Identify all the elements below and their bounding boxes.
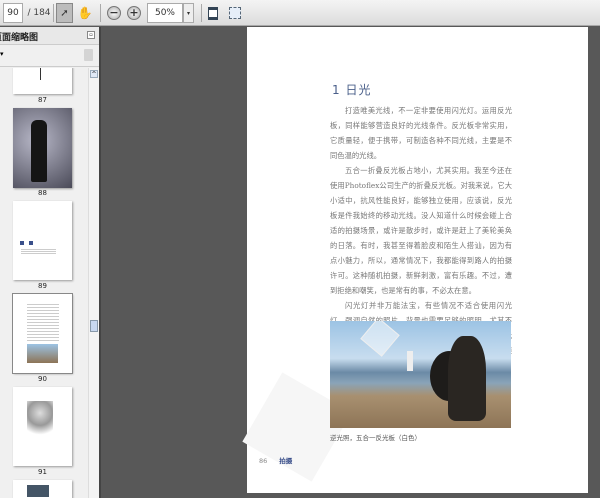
panel-title: 页面缩略图 [0,33,39,43]
panel-header: 页面缩略图 ▫ [0,27,99,45]
separator [201,4,202,22]
separator [53,4,54,22]
page-total: / 184 [27,8,51,18]
page-number-input[interactable]: 90 [3,3,23,23]
fit-page-icon [208,6,218,20]
scrollbar-thumb[interactable] [90,320,98,332]
thumbnail-page-92[interactable] [13,480,72,498]
chapter-heading: 1 日光 [332,83,372,97]
select-tool-button[interactable]: ➚ [56,3,73,23]
thumbnail-label: 88 [38,189,47,197]
thumbnail-label: 89 [38,282,47,290]
panel-close-button[interactable]: ▫ [87,31,95,39]
scroll-up-button[interactable]: ^ [90,70,98,78]
thumbnail-page-90[interactable] [12,293,73,374]
document-page: 1 日光 打造唯美光线，不一定非要使用闪光灯。运用反光板，同样能够营造良好的光线… [242,27,588,493]
thumbnail-label: 90 [38,375,47,383]
paragraph: 打造唯美光线，不一定非要使用闪光灯。运用反光板，同样能够营造良好的光线条件。反光… [330,106,512,160]
page-footer: 86 拍摄 [259,455,292,465]
section-name: 拍摄 [279,457,293,465]
fit-width-button[interactable] [228,3,242,23]
photo-caption: 逆光照，五合一反光板（白色） [330,434,421,442]
thumbnail-page-89[interactable] [13,201,72,280]
thumbnail-label: 91 [38,468,47,476]
hand-tool-button[interactable]: ✋ [77,3,93,23]
thumbnail-panel: 页面缩略图 ▫ ▾ 87 88 89 90 91 ^ [0,27,101,498]
fit-width-icon [229,7,241,19]
zoom-dropdown-button[interactable]: ▾ [183,3,194,23]
zoom-out-button[interactable]: − [105,3,123,23]
plus-icon: + [127,6,141,20]
thumbnail-page-87[interactable] [13,68,72,94]
thumbnail-label: 87 [38,96,47,104]
thumbnail-page-91[interactable] [13,387,72,466]
separator [100,4,101,22]
options-dropdown[interactable]: ▾ [0,50,4,58]
fit-page-button[interactable] [206,3,220,23]
panel-options-bar: ▾ [0,45,99,67]
hand-icon: ✋ [77,6,93,20]
page-number: 86 [259,457,268,465]
paragraph: 五合一折叠反光板占地小，尤其实用。我至今还在使用Photoflex公司生产的折叠… [330,166,512,295]
toolbar: 90 / 184 ➚ ✋ − + 50% ▾ [0,0,600,26]
thumbnail-list: 87 88 89 90 91 [0,68,88,498]
cursor-icon: ➚ [60,7,69,19]
thumbnail-scrollbar[interactable]: ^ [88,68,99,498]
zoom-level-input[interactable]: 50% [147,3,183,23]
beach-reflector-photo [330,321,511,428]
zoom-in-button[interactable]: + [125,3,143,23]
thumbnail-page-88[interactable] [13,108,72,188]
trash-icon[interactable] [84,49,93,61]
minus-icon: − [107,6,121,20]
